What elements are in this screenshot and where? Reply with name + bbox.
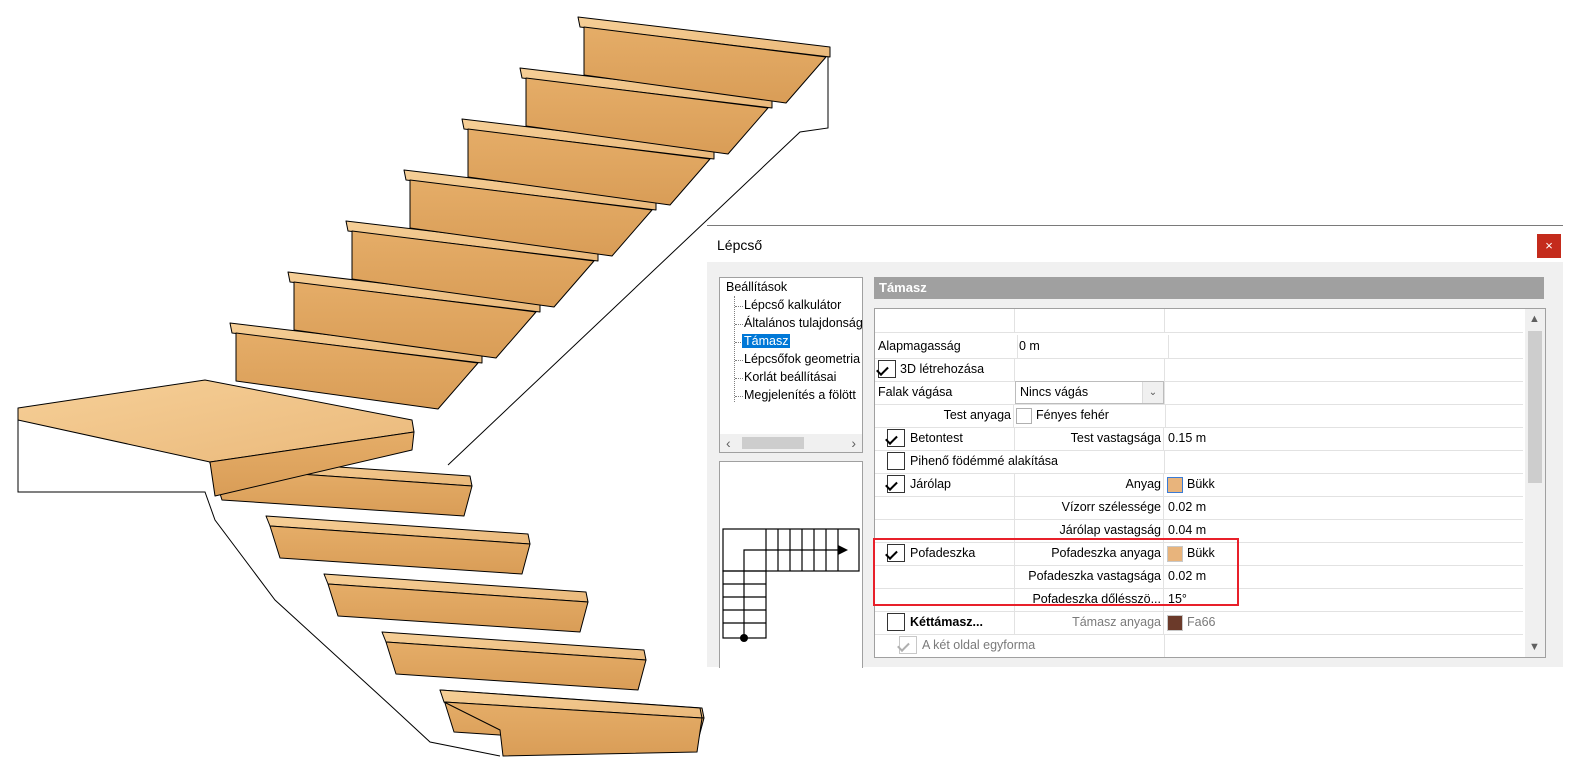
tree-horizontal-scrollbar[interactable]: ‹ ›	[720, 434, 862, 452]
grid-header-row	[875, 309, 1523, 333]
value-base-height[interactable]: 0 m	[1015, 335, 1169, 358]
row-nosing-width[interactable]: Vízorr szélessége 0.02 m	[875, 496, 1523, 520]
label-landing-slab: Pihenő födémmé alakítása	[910, 454, 1059, 468]
row-landing-slab[interactable]: Pihenő födémmé alakítása	[875, 450, 1523, 474]
settings-tree: Beállítások Lépcső kalkulátor Általános …	[719, 277, 863, 453]
row-create-3d[interactable]: 3D létrehozása	[875, 358, 1523, 382]
row-concrete-body[interactable]: Betontest Test vastagsága 0.15 m	[875, 427, 1523, 451]
label-tread-material: Anyag	[1015, 473, 1164, 496]
close-icon: ×	[1545, 238, 1553, 253]
scroll-thumb[interactable]	[742, 437, 804, 449]
row-double-support[interactable]: Kéttámasz... Támasz anyaga Fa66	[875, 611, 1523, 635]
label-double-support: Kéttámasz...	[910, 615, 983, 629]
row-body-material[interactable]: Test anyaga Fényes fehér	[875, 404, 1523, 428]
row-tread[interactable]: Járólap Anyag Bükk	[875, 473, 1523, 497]
row-base-height[interactable]: Alapmagasság 0 m	[875, 335, 1523, 359]
checkbox-symmetric-sides[interactable]	[897, 636, 917, 654]
label-base-height: Alapmagasság	[875, 335, 1018, 358]
checkbox-create-3d[interactable]	[876, 360, 896, 378]
label-concrete-body: Betontest	[910, 431, 963, 445]
dialog-title: Lépcső	[717, 237, 763, 253]
label-tread: Járólap	[910, 477, 951, 491]
checkbox-concrete-body[interactable]	[885, 429, 905, 447]
tree-item-railing[interactable]: Korlát beállításai	[744, 369, 836, 386]
material-swatch-beech[interactable]	[1167, 476, 1183, 493]
checkbox-landing-slab[interactable]	[887, 452, 905, 470]
wall-cut-select[interactable]: Nincs vágás ⌄	[1015, 381, 1164, 404]
label-nosing-width: Vízorr szélessége	[1015, 496, 1164, 519]
tree-item-settings[interactable]: Beállítások	[726, 279, 787, 296]
value-nosing-width[interactable]: 0.02 m	[1165, 496, 1524, 519]
scroll-left-icon[interactable]: ‹	[726, 435, 731, 451]
material-swatch-white[interactable]	[1016, 407, 1032, 424]
tree-item-display[interactable]: Megjelenítés a fölött	[744, 387, 856, 404]
value-body-material[interactable]: Fényes fehér	[1015, 404, 1166, 427]
row-wall-cut[interactable]: Falak vágása Nincs vágás ⌄	[875, 381, 1523, 405]
value-tread-material[interactable]: Bükk	[1165, 473, 1523, 496]
row-symmetric-sides[interactable]: A két oldal egyforma	[875, 634, 1523, 657]
chevron-down-icon[interactable]: ⌄	[1142, 382, 1163, 403]
title-bar: Lépcső ×	[707, 226, 1563, 262]
tree-item-support[interactable]: Támasz	[742, 333, 791, 350]
label-symmetric-sides: A két oldal egyforma	[922, 638, 1036, 652]
scroll-thumb[interactable]	[1528, 331, 1542, 483]
checkbox-double-support[interactable]	[887, 613, 905, 631]
label-wall-cut: Falak vágása	[875, 381, 1018, 404]
scroll-right-icon[interactable]: ›	[851, 435, 856, 451]
stair-plan-icon	[722, 528, 860, 642]
tree-item-general[interactable]: Általános tulajdonságok	[744, 315, 862, 332]
label-body-thickness: Test vastagsága	[1015, 427, 1164, 450]
tree-item-calculator[interactable]: Lépcső kalkulátor	[744, 297, 841, 314]
scroll-down-icon[interactable]: ▼	[1529, 641, 1540, 653]
value-body-thickness[interactable]: 0.15 m	[1165, 427, 1524, 450]
riser-highlight-box	[873, 538, 1239, 606]
close-button[interactable]: ×	[1537, 234, 1561, 258]
stair-plan-preview	[719, 461, 863, 668]
label-create-3d: 3D létrehozása	[900, 362, 985, 376]
label-body-material: Test anyaga	[875, 404, 1014, 427]
checkbox-tread[interactable]	[885, 475, 905, 493]
label-support-material: Támasz anyaga	[1015, 611, 1164, 634]
material-swatch-fa66[interactable]	[1167, 614, 1183, 631]
grid-vertical-scrollbar[interactable]: ▲ ▼	[1525, 309, 1545, 657]
section-header: Támasz	[874, 277, 1544, 299]
tree-item-step-geometry[interactable]: Lépcsőfok geometria	[744, 351, 860, 368]
value-support-material[interactable]: Fa66	[1165, 611, 1523, 634]
scroll-up-icon[interactable]: ▲	[1529, 313, 1540, 325]
